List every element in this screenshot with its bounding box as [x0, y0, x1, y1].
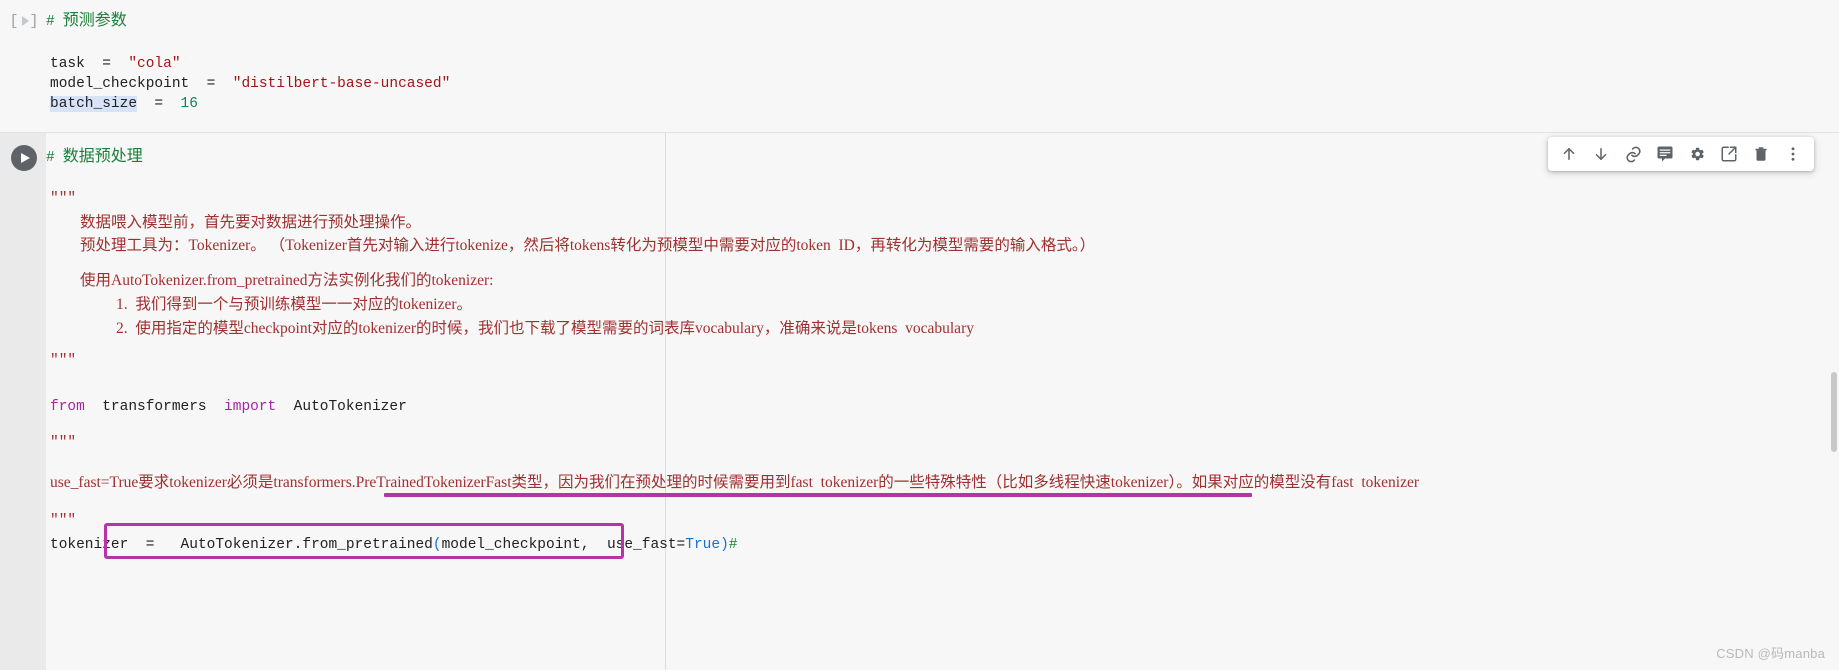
copy-cell-link-button[interactable]: [1618, 139, 1648, 169]
notebook-cell-params[interactable]: [ ] # 预测参数 task = "cola" model_checkpoin…: [0, 0, 1839, 132]
doc-line-1: 数据喂入模型前，首先要对数据进行预处理操作。: [80, 214, 422, 231]
doc-line-3: 使用AutoTokenizer.from_pretrained方法实例化我们的t…: [80, 272, 494, 289]
watermark-text: CSDN @码manba: [1716, 646, 1825, 661]
task-value: "cola": [128, 56, 181, 72]
preprocess-heading-text: 数据预处理: [62, 148, 143, 165]
play-triangle-icon: [21, 16, 29, 26]
run-placeholder-right-bracket: ]: [29, 12, 41, 30]
docstring-open-1: """: [50, 191, 77, 207]
cell-gutter-active: [0, 133, 46, 670]
params-heading-comment: # 预测参数: [46, 11, 127, 32]
batch-size-equals: =: [154, 96, 164, 112]
run-placeholder-left-bracket: [: [9, 12, 21, 30]
doc-line-4: 1. 我们得到一个与预训练模型一一对应的tokenizer。: [116, 296, 473, 313]
imported-symbol: AutoTokenizer: [293, 399, 407, 415]
params-heading-text: 预测参数: [62, 12, 127, 29]
doc-line-2: 预处理工具为：Tokenizer。 （Tokenizer首先对输入进行token…: [80, 237, 1096, 254]
more-options-button[interactable]: [1778, 139, 1808, 169]
preprocess-heading-comment: # 数据预处理: [46, 147, 143, 168]
code-line-batch-size: batch_size = 16: [50, 94, 198, 114]
mirror-cell-button[interactable]: [1714, 139, 1744, 169]
docstring-open-2: """: [50, 435, 77, 451]
checkpoint-var: model_checkpoint: [50, 76, 190, 92]
delete-cell-button[interactable]: [1746, 139, 1776, 169]
keyword-import: import: [224, 399, 277, 415]
highlight-underline-annotation: [384, 493, 1252, 497]
vertical-scrollbar-thumb[interactable]: [1831, 372, 1837, 452]
move-cell-down-button[interactable]: [1586, 139, 1616, 169]
run-cell-placeholder-icon[interactable]: [ ]: [8, 9, 42, 33]
code-line-checkpoint: model_checkpoint = "distilbert-base-unca…: [50, 74, 450, 94]
batch-size-value: 16: [180, 96, 198, 112]
cell-body[interactable]: [46, 0, 1839, 132]
import-statement-line: from transformers import AutoTokenizer: [50, 397, 407, 417]
doc-line-5: 2. 使用指定的模型checkpoint对应的tokenizer的时候，我们也下…: [116, 320, 974, 337]
docstring-close-2: """: [50, 513, 77, 529]
docstring-close-1: """: [50, 353, 77, 369]
keyword-from: from: [50, 399, 85, 415]
code-line-task: task = "cola": [50, 54, 181, 74]
doc2-text: use_fast=True要求tokenizer必须是transformers.…: [50, 474, 1420, 491]
move-cell-up-button[interactable]: [1554, 139, 1584, 169]
highlight-box-annotation: [104, 523, 624, 559]
add-comment-button[interactable]: [1650, 139, 1680, 169]
task-equals: =: [102, 56, 111, 72]
vertical-scrollbar-track[interactable]: [1829, 132, 1839, 670]
comment-hash: #: [46, 150, 55, 166]
notebook-page: [ ] # 预测参数 task = "cola" model_checkpoin…: [0, 0, 1839, 670]
trailing-hash: #: [728, 537, 738, 553]
task-var: task: [50, 56, 85, 72]
paren-close: ): [720, 537, 729, 553]
run-cell-button[interactable]: [11, 145, 37, 171]
cell-action-toolbar[interactable]: [1548, 137, 1814, 171]
checkpoint-value: "distilbert-base-uncased": [232, 76, 451, 92]
play-icon: [21, 153, 30, 163]
editor-column-ruler: [665, 133, 666, 670]
tokenizer-arg-use-fast-value: True: [685, 537, 721, 553]
comment-hash: #: [46, 14, 55, 30]
batch-size-var: batch_size: [50, 96, 138, 112]
cell-settings-button[interactable]: [1682, 139, 1712, 169]
import-module-name: transformers: [102, 399, 207, 415]
notebook-cell-preprocess[interactable]: # 数据预处理 """ 数据喂入模型前，首先要对数据进行预处理操作。 预处理工具…: [0, 132, 1839, 670]
